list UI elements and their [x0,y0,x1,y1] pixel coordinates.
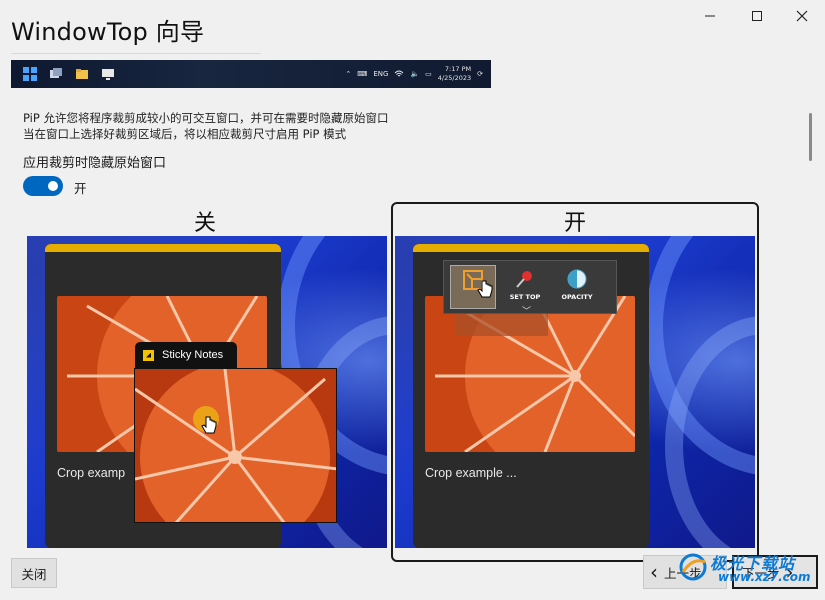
description-line-2: 当在窗口上选择好裁剪区域后，将以相应裁剪尺寸启用 PiP 模式 [23,127,347,141]
window-title: WindowTop 向导 [11,18,205,46]
title-divider [11,53,261,54]
opacity-icon [567,269,587,289]
hide-original-option-label: 应用裁剪时隐藏原始窗口 [23,156,167,171]
off-preview-image: Crop examp Sticky Notes [27,236,387,548]
file-explorer-icon [76,69,88,79]
minimize-icon [705,15,715,17]
maximize-icon [752,11,762,21]
set-top-label: SET TOP [509,293,541,301]
next-step-button[interactable]: 下一步 › [732,555,818,589]
app-window-icon [102,69,114,80]
pin-icon [516,271,532,288]
sticky-notes-icon [143,349,154,361]
previous-step-label: 上一步 [664,565,702,581]
toggle-knob [48,181,58,191]
taskbar-date: 4/25/2023 [437,74,472,82]
battery-icon: ▭ [425,70,432,78]
pip-selection-area [456,314,548,336]
vertical-scrollbar[interactable] [809,113,812,161]
taskbar-preview-image: ⌃ ⌨ ENG 🔈 ▭ 7:17 PM 4/25/2023 ⟳ [11,60,491,88]
volume-icon: 🔈 [410,70,420,78]
notification-icon: ⟳ [477,70,483,78]
language-indicator: ENG [373,70,389,78]
sticky-notes-pip-tab: Sticky Notes [135,342,237,368]
card-accent-bar [45,244,281,252]
card-caption: Crop example ... [425,466,517,480]
card-caption: Crop examp [57,466,126,480]
taskbar-time: 7:17 PM [444,65,472,73]
hand-cursor-icon [477,280,493,298]
next-step-label: 下一步 [742,565,780,581]
wifi-icon [395,70,404,77]
set-top-button: SET TOP [502,265,548,309]
close-icon [796,10,808,22]
sticky-notes-label: Sticky Notes [162,349,224,361]
close-button[interactable]: 关闭 [11,558,57,588]
system-tray: ⌃ ⌨ ENG 🔈 ▭ 7:17 PM 4/25/2023 ⟳ [345,60,483,88]
previous-step-button[interactable]: ‹ 上一步 [643,555,727,589]
on-preview-image: Crop example ... SET TOP OPACITY ﹀ [395,236,755,548]
close-window-button[interactable] [782,4,822,28]
toggle-state-label: 开 [74,181,87,196]
hide-original-toggle[interactable] [23,176,63,196]
toolbar-chevron-icon: ﹀ [522,307,532,317]
opacity-label: OPACITY [561,293,593,301]
orange-slice-illustration [135,369,336,522]
taskbar-clock: 7:17 PM 4/25/2023 [438,65,471,83]
hand-cursor-icon [201,416,217,434]
minimize-button[interactable] [690,4,730,28]
tray-chevron-icon: ⌃ [345,70,352,78]
chevron-right-icon: › [785,560,794,584]
maximize-button[interactable] [737,4,777,28]
card-accent-bar [413,244,649,252]
keyboard-icon: ⌨ [357,70,368,78]
off-panel-heading: 关 [193,211,216,236]
description-line-1: PiP 允许您将程序裁剪成较小的可交互窗口，并可在需要时隐藏原始窗口 [23,111,389,125]
opacity-button: OPACITY [554,265,600,309]
chevron-left-icon: ‹ [650,560,658,584]
task-view-icon [50,68,62,78]
windows-start-icon [23,67,37,81]
pip-window [134,368,337,523]
